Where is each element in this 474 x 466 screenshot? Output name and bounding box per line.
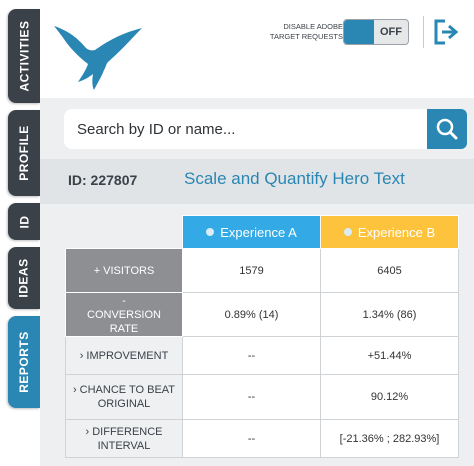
row-label-conversion-rate[interactable]: - CONVERSION RATE	[65, 292, 183, 337]
activity-id: ID: 227807	[68, 172, 138, 188]
search-input[interactable]	[64, 109, 427, 149]
cell-improvement-b: +51.44%	[320, 336, 459, 375]
results-table: Experience A Experience B + VISITORS 157…	[65, 215, 459, 458]
header-divider	[423, 16, 424, 48]
cell-chance-a: --	[182, 374, 321, 420]
cell-visitors-b: 6405	[320, 248, 459, 293]
bird-logo-icon	[54, 26, 142, 90]
disable-adobe-toggle[interactable]: OFF	[343, 19, 409, 45]
tab-profile[interactable]: PROFILE	[8, 110, 40, 196]
row-label-difference-interval: › DIFFERENCE INTERVAL	[65, 419, 183, 458]
tab-reports-label: REPORTS	[17, 331, 32, 393]
row-label-improvement: › IMPROVEMENT	[65, 336, 183, 375]
activity-header: ID: 227807 Scale and Quantify Hero Text	[40, 159, 474, 204]
cell-visitors-a: 1579	[182, 248, 321, 293]
cell-chance-b: 90.12%	[320, 374, 459, 420]
toggle-knob	[344, 20, 374, 44]
cell-interval-b: [-21.36% ; 282.93%]	[320, 419, 459, 458]
tab-id[interactable]: ID	[8, 203, 40, 240]
tab-id-label: ID	[17, 215, 31, 228]
main-panel: DISABLE ADOBE TARGET REQUESTS OFF ID: 22…	[40, 0, 474, 466]
table-row: › DIFFERENCE INTERVAL -- [-21.36% ; 282.…	[65, 419, 459, 458]
toggle-state-label: OFF	[380, 26, 402, 38]
experience-a-dot	[206, 227, 215, 236]
search-button[interactable]	[427, 109, 467, 149]
tab-activities-label: ACTIVITIES	[17, 20, 32, 92]
column-experience-a: Experience A	[182, 215, 321, 249]
header: DISABLE ADOBE TARGET REQUESTS OFF	[40, 0, 474, 98]
table-row: - CONVERSION RATE 0.89% (14) 1.34% (86)	[65, 292, 459, 337]
tab-reports[interactable]: REPORTS	[8, 316, 40, 408]
experience-b-dot	[343, 227, 352, 236]
row-label-chance-to-beat: › CHANCE TO BEAT ORIGINAL	[65, 374, 183, 420]
content-area: ID: 227807 Scale and Quantify Hero Text …	[40, 98, 474, 466]
activity-name: Scale and Quantify Hero Text	[184, 169, 405, 188]
sidebar: ACTIVITIES PROFILE ID IDEAS REPORTS	[0, 0, 40, 466]
tab-ideas-label: IDEAS	[17, 258, 31, 298]
disable-adobe-label: DISABLE ADOBE TARGET REQUESTS	[269, 22, 343, 41]
tab-activities[interactable]: ACTIVITIES	[8, 9, 40, 103]
tab-ideas[interactable]: IDEAS	[8, 247, 40, 309]
table-row: › IMPROVEMENT -- +51.44%	[65, 336, 459, 375]
table-row: › CHANCE TO BEAT ORIGINAL -- 90.12%	[65, 374, 459, 420]
row-label-visitors[interactable]: + VISITORS	[65, 248, 183, 293]
logout-icon[interactable]	[433, 18, 459, 46]
search-box	[64, 109, 427, 149]
cell-improvement-a: --	[182, 336, 321, 375]
cell-interval-a: --	[182, 419, 321, 458]
cell-conversion-b: 1.34% (86)	[320, 292, 459, 337]
table-corner	[66, 216, 183, 249]
tab-profile-label: PROFILE	[17, 125, 32, 181]
table-row: + VISITORS 1579 6405	[65, 248, 459, 293]
search-icon	[436, 118, 458, 140]
column-experience-b: Experience B	[320, 215, 459, 249]
cell-conversion-a: 0.89% (14)	[182, 292, 321, 337]
